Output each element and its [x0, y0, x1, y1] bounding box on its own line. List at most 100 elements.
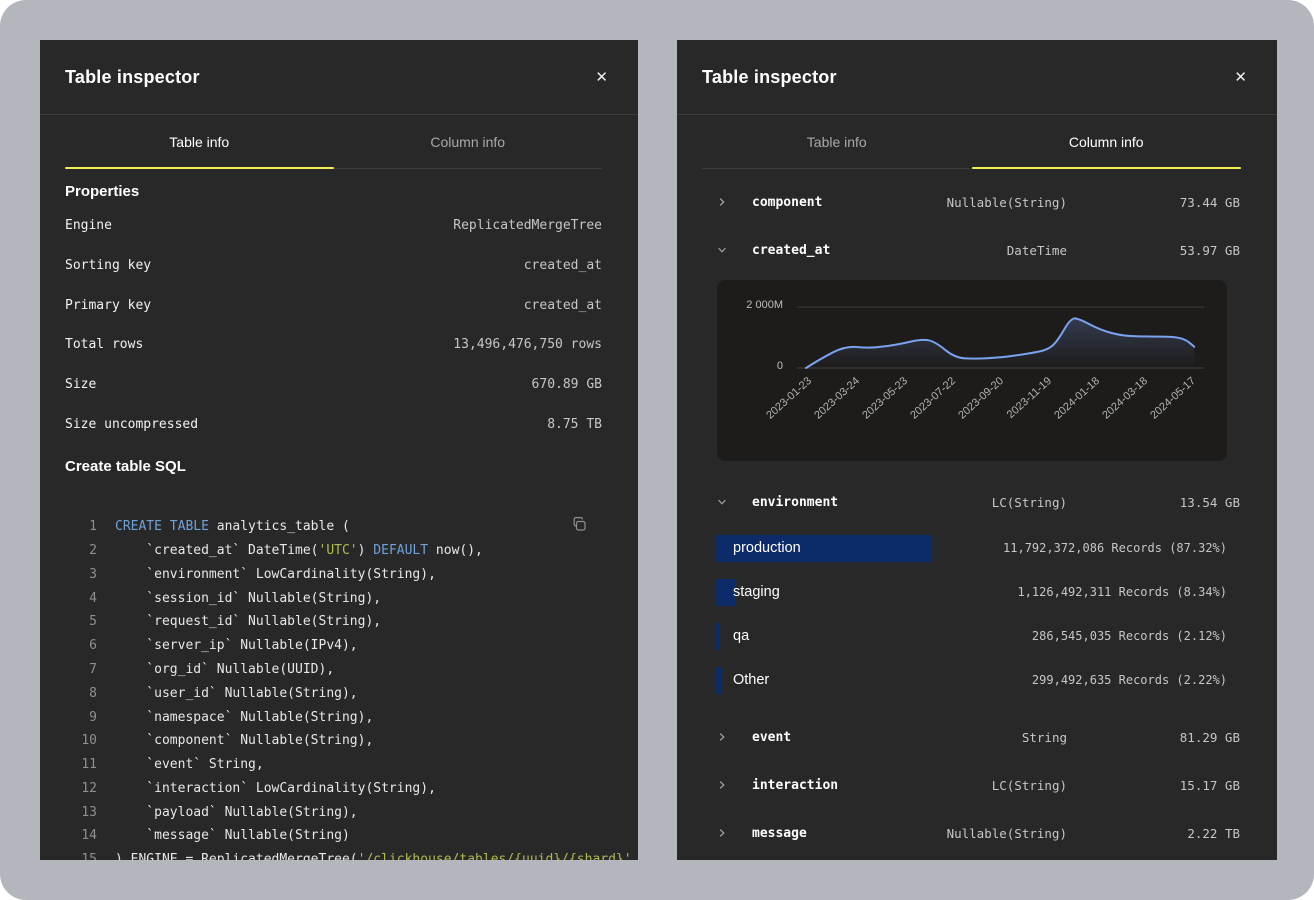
column-name: interaction	[752, 778, 992, 793]
sql-text: `environment` LowCardinality(String),	[115, 563, 436, 587]
sql-line: 5 `request_id` Nullable(String),	[65, 610, 602, 634]
close-icon[interactable]: ✕	[1230, 66, 1251, 89]
value-label: Other	[733, 672, 769, 688]
property-row: Size uncompressed8.75 TB	[65, 404, 602, 444]
property-value: 13,496,476,750 rows	[453, 337, 602, 352]
y-axis-tick-zero: 0	[717, 360, 783, 372]
property-label: Total rows	[65, 337, 143, 352]
value-record-count: 299,492,635 Records (2.22%)	[1032, 673, 1227, 687]
value-label: qa	[733, 628, 749, 644]
value-frequency-bar	[715, 667, 721, 694]
environment-value-breakdown: production11,792,372,086 Records (87.32%…	[677, 526, 1277, 702]
sql-line: 4 `session_id` Nullable(String),	[65, 587, 602, 611]
value-label: staging	[733, 584, 780, 600]
line-number: 9	[65, 706, 97, 730]
sql-code-lines: 1CREATE TABLE analytics_table (2 `create…	[65, 515, 602, 860]
chevron-right-icon[interactable]	[717, 780, 752, 790]
tab-label: Table info	[807, 134, 867, 150]
value-record-count: 11,792,372,086 Records (87.32%)	[1003, 541, 1227, 555]
sql-line: 10 `component` Nullable(String),	[65, 729, 602, 753]
property-value: ReplicatedMergeTree	[453, 218, 602, 233]
tab-bar: Table info Column info	[65, 115, 602, 169]
created-at-distribution-chart: 2 000M02023-01-232023-03-242023-05-23202…	[717, 280, 1227, 461]
sql-text: `server_ip` Nullable(IPv4),	[115, 634, 358, 658]
dialog-title: Table inspector	[65, 67, 200, 88]
sql-line: 7 `org_id` Nullable(UUID),	[65, 658, 602, 682]
column-row-message[interactable]: messageNullable(String)2.22 TB	[677, 809, 1277, 857]
tab-label: Column info	[1069, 134, 1144, 150]
sql-text: `event` String,	[115, 753, 264, 777]
copy-icon[interactable]	[571, 516, 588, 536]
close-icon[interactable]: ✕	[591, 66, 612, 89]
chevron-right-icon[interactable]	[717, 732, 752, 742]
tab-table-info[interactable]: Table info	[65, 115, 334, 168]
modal-backdrop: Table inspector ✕ Table infoColumn info …	[0, 0, 1314, 900]
sql-text: `namespace` Nullable(String),	[115, 706, 373, 730]
sql-text: `created_at` DateTime('UTC') DEFAULT now…	[115, 539, 483, 563]
sql-line: 1CREATE TABLE analytics_table (	[65, 515, 602, 539]
tab-bar: Table info Column info	[702, 115, 1241, 169]
line-number: 3	[65, 563, 97, 587]
column-type: DateTime	[1007, 243, 1067, 258]
environment-value-row: staging1,126,492,311 Records (8.34%)	[715, 570, 1227, 614]
chevron-down-icon[interactable]	[717, 245, 752, 255]
column-row-created_at[interactable]: created_atDateTime53.97 GB	[677, 226, 1277, 274]
property-row: Size670.89 GB	[65, 365, 602, 405]
chevron-down-icon[interactable]	[717, 497, 752, 507]
y-axis-tick-max: 2 000M	[717, 299, 783, 311]
sql-text: `payload` Nullable(String),	[115, 801, 358, 825]
x-axis-tick-label: 2024-01-18	[1052, 375, 1102, 422]
chevron-right-icon[interactable]	[717, 197, 752, 207]
tab-label: Table info	[169, 134, 229, 150]
dialog-header: Table inspector ✕	[677, 40, 1277, 115]
table-inspector-dialog-table-info: Table inspector ✕ Table infoColumn info …	[40, 40, 638, 860]
column-info-scroll-area[interactable]: componentNullable(String)73.44 GBcreated…	[677, 169, 1277, 857]
line-number: 8	[65, 682, 97, 706]
tab-table-info[interactable]: Table info	[702, 115, 972, 168]
value-record-count: 286,545,035 Records (2.12%)	[1032, 629, 1227, 643]
sql-text: `component` Nullable(String),	[115, 729, 373, 753]
column-row-environment[interactable]: environmentLC(String)13.54 GB	[677, 478, 1277, 526]
column-size: 13.54 GB	[1067, 495, 1240, 510]
tab-column-info[interactable]: Column info	[972, 115, 1242, 168]
property-value: created_at	[524, 298, 602, 313]
column-type: String	[1022, 730, 1067, 745]
sql-text: `org_id` Nullable(UUID),	[115, 658, 334, 682]
column-size: 2.22 TB	[1067, 826, 1240, 841]
column-size: 15.17 GB	[1067, 778, 1240, 793]
column-type: Nullable(String)	[947, 826, 1067, 841]
active-tab-underline	[65, 167, 334, 170]
sql-line: 3 `environment` LowCardinality(String),	[65, 563, 602, 587]
sql-line: 12 `interaction` LowCardinality(String),	[65, 777, 602, 801]
property-label: Engine	[65, 218, 112, 233]
line-number: 12	[65, 777, 97, 801]
chevron-right-icon[interactable]	[717, 828, 752, 838]
create-table-sql-heading: Create table SQL	[65, 458, 602, 475]
property-label: Sorting key	[65, 258, 151, 273]
column-name: component	[752, 195, 947, 210]
property-row: Sorting keycreated_at	[65, 246, 602, 286]
property-label: Size uncompressed	[65, 417, 198, 432]
x-axis-tick-label: 2023-05-23	[860, 375, 910, 422]
column-row-component[interactable]: componentNullable(String)73.44 GB	[677, 178, 1277, 226]
x-axis-tick-label: 2024-03-18	[1100, 375, 1150, 422]
line-number: 11	[65, 753, 97, 777]
column-size: 81.29 GB	[1067, 730, 1240, 745]
properties-heading: Properties	[65, 183, 602, 200]
dialog-title: Table inspector	[702, 67, 837, 88]
table-info-scroll-area[interactable]: Properties Engine ReplicatedMergeTree Sort…	[40, 183, 638, 860]
dialog-header: Table inspector ✕	[40, 40, 638, 115]
line-number: 4	[65, 587, 97, 611]
column-row-event[interactable]: eventString81.29 GB	[677, 713, 1277, 761]
line-number: 13	[65, 801, 97, 825]
sql-line: 15) ENGINE = ReplicatedMergeTree('/click…	[65, 848, 602, 860]
tab-column-info[interactable]: Column info	[334, 115, 603, 168]
line-number: 1	[65, 515, 97, 539]
area-chart-plot	[797, 300, 1204, 375]
x-axis-tick-label: 2024-05-17	[1148, 375, 1198, 422]
column-size: 53.97 GB	[1067, 243, 1240, 258]
sql-line: 8 `user_id` Nullable(String),	[65, 682, 602, 706]
property-label: Primary key	[65, 298, 151, 313]
column-row-interaction[interactable]: interactionLC(String)15.17 GB	[677, 761, 1277, 809]
line-number: 14	[65, 824, 97, 848]
